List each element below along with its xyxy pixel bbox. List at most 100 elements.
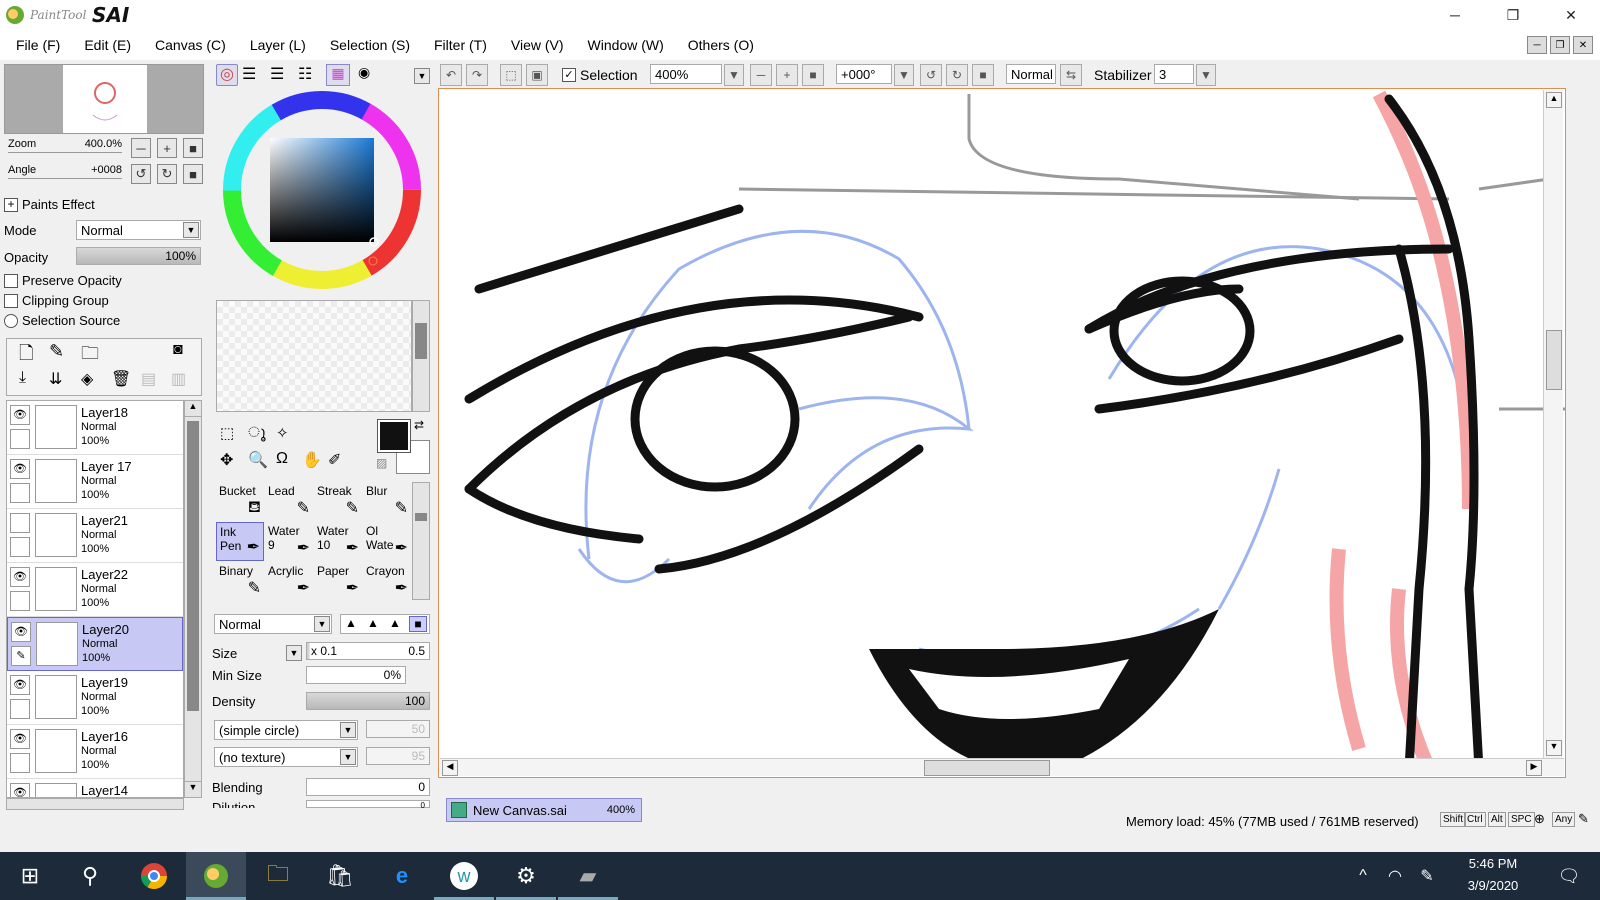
- layer-lock-box[interactable]: [10, 483, 30, 503]
- chevron-down-icon[interactable]: ▼: [314, 616, 330, 632]
- scroll-up-icon[interactable]: ▲: [1546, 92, 1562, 108]
- canvas-zoom-field[interactable]: 400%: [650, 64, 722, 84]
- canvas-vscrollbar[interactable]: ▲ ▼: [1543, 90, 1563, 760]
- hand-icon[interactable]: ✋: [302, 450, 322, 470]
- layer-item-layer20[interactable]: 👁 ✎ Layer20 Normal 100%: [7, 617, 183, 671]
- eye-icon[interactable]: 👁: [10, 567, 30, 587]
- layer-lock-box[interactable]: [10, 537, 30, 557]
- layer-lock-box[interactable]: [10, 753, 30, 773]
- mdi-minimize-button[interactable]: ─: [1527, 36, 1547, 54]
- scroll-down-icon[interactable]: ▼: [185, 781, 201, 797]
- scroll-right-icon[interactable]: ▶: [1526, 760, 1542, 776]
- zoom-out-icon[interactable]: ─: [750, 64, 772, 86]
- rotate-ccw-icon[interactable]: ↺: [920, 64, 942, 86]
- menu-canvas[interactable]: Canvas (C): [155, 37, 226, 53]
- rotate-right-button[interactable]: ↻: [157, 164, 177, 184]
- chevron-down-icon[interactable]: ▼: [1196, 64, 1216, 86]
- brush-texture-select[interactable]: (no texture): [214, 747, 358, 767]
- angle-slider[interactable]: [8, 178, 122, 179]
- edge-mid-icon[interactable]: ▲: [367, 616, 379, 630]
- menu-filter[interactable]: Filter (T): [434, 37, 487, 53]
- tablet-app-icon[interactable]: ▰: [558, 852, 618, 900]
- transfer-down-icon[interactable]: ⤓: [19, 369, 26, 387]
- flip-horizontal-icon[interactable]: ⇆: [1060, 64, 1082, 86]
- swap-colors-icon[interactable]: ⇄: [414, 418, 424, 432]
- windows-start-icon[interactable]: ⊞: [0, 852, 60, 900]
- blending-slider[interactable]: 0: [306, 778, 430, 796]
- new-linework-layer-icon[interactable]: ✎: [49, 341, 64, 362]
- tool-paper[interactable]: Paper ✒: [314, 562, 362, 601]
- color-wheel[interactable]: [222, 90, 422, 290]
- layer-scroll-thumb[interactable]: [187, 421, 199, 711]
- rotate-cw-icon[interactable]: ↻: [946, 64, 968, 86]
- restore-button[interactable]: ❐: [1490, 0, 1536, 30]
- merge-down-icon[interactable]: ⇊: [49, 369, 62, 389]
- zoom-value[interactable]: 400.0%: [78, 138, 122, 150]
- layer-item-layer14[interactable]: 👁 Layer14: [7, 779, 183, 797]
- zoom-in-icon[interactable]: +: [776, 64, 798, 86]
- clock-date[interactable]: 3/9/2020: [1448, 878, 1538, 893]
- drawing-canvas[interactable]: [438, 88, 1566, 778]
- lasso-icon[interactable]: ൂ: [248, 424, 266, 441]
- new-layer-icon[interactable]: 🗋: [19, 341, 33, 371]
- transparent-color-icon[interactable]: ▨: [376, 456, 387, 470]
- tool-scroll-thumb[interactable]: [415, 513, 427, 521]
- layer-item-layer18[interactable]: 👁 Layer18 Normal 100%: [7, 401, 183, 455]
- tool-scrollbar[interactable]: [412, 482, 430, 600]
- size-range-dropdown[interactable]: ▼: [286, 645, 302, 661]
- chevron-down-icon[interactable]: ▼: [183, 222, 199, 238]
- tool-bucket[interactable]: Bucket ⛾: [216, 482, 264, 521]
- chrome-icon[interactable]: [124, 852, 184, 900]
- clear-layer-icon[interactable]: ◈: [81, 369, 93, 389]
- scratchpad-icon[interactable]: ◉: [358, 64, 370, 81]
- eyedropper-icon[interactable]: ✐: [328, 450, 341, 470]
- file-explorer-icon[interactable]: 🗀: [248, 852, 308, 900]
- tool-streak[interactable]: Streak ✎: [314, 482, 362, 521]
- magic-wand-icon[interactable]: ✧: [276, 424, 289, 442]
- chevron-down-icon[interactable]: ▼: [340, 722, 356, 738]
- zoom-fit-icon[interactable]: ■: [802, 64, 824, 86]
- hsv-sliders-icon[interactable]: ☰: [270, 64, 284, 84]
- invert-selection-icon[interactable]: ▣: [526, 64, 548, 86]
- chevron-down-icon[interactable]: ▼: [724, 64, 744, 86]
- tool-binary[interactable]: Binary ✎: [216, 562, 264, 601]
- settings-gear-icon[interactable]: ⚙: [496, 852, 556, 900]
- layer-scrollbar[interactable]: ▲ ▼: [184, 400, 202, 798]
- zoom-slider[interactable]: [8, 152, 122, 153]
- layer-item-layer17[interactable]: 👁 Layer 17 Normal 100%: [7, 455, 183, 509]
- menu-file[interactable]: File (F): [16, 37, 60, 53]
- edge-hard-icon[interactable]: ▲: [345, 616, 357, 630]
- layer-lock-box[interactable]: [10, 429, 30, 449]
- tool-acrylic[interactable]: Acrylic ✒: [265, 562, 313, 601]
- clipping-group-checkbox[interactable]: [4, 294, 18, 308]
- menu-layer[interactable]: Layer (L): [250, 37, 306, 53]
- plus-icon[interactable]: +: [4, 198, 18, 212]
- opacity-slider[interactable]: 100%: [76, 247, 201, 265]
- search-icon[interactable]: ⚲: [60, 852, 120, 900]
- layer-lock-box[interactable]: [10, 591, 30, 611]
- layer-item-layer19[interactable]: 👁 Layer19 Normal 100%: [7, 671, 183, 725]
- menu-view[interactable]: View (V): [511, 37, 564, 53]
- canvas-hscrollbar[interactable]: ◀ ▶: [440, 758, 1564, 776]
- wifi-icon[interactable]: ◠: [1380, 852, 1410, 900]
- brush-edge-selector[interactable]: ▲ ▲ ▲ ■: [340, 614, 430, 634]
- minimize-button[interactable]: ─: [1432, 0, 1478, 30]
- deselect-icon[interactable]: ⬚: [500, 64, 522, 86]
- navigator-preview[interactable]: [4, 64, 204, 134]
- clock-time[interactable]: 5:46 PM: [1448, 856, 1538, 871]
- rotate-tool-icon[interactable]: Ω: [276, 450, 288, 468]
- color-panel-menu-icon[interactable]: ▼: [414, 68, 430, 84]
- scroll-up-icon[interactable]: ▲: [185, 401, 201, 417]
- store-icon[interactable]: 🛍: [310, 852, 370, 900]
- scratchpad-scroll-thumb[interactable]: [415, 323, 427, 359]
- sai-taskbar-icon[interactable]: [186, 852, 246, 900]
- eye-icon[interactable]: 👁: [10, 729, 30, 749]
- eye-icon[interactable]: 👁: [10, 675, 30, 695]
- preserve-opacity-checkbox[interactable]: [4, 274, 18, 288]
- eye-icon[interactable]: 👁: [10, 459, 30, 479]
- min-size-slider[interactable]: 0%: [306, 666, 406, 684]
- scroll-left-icon[interactable]: ◀: [442, 760, 458, 776]
- canvas-hscroll-thumb[interactable]: [924, 760, 1050, 776]
- eye-icon[interactable]: 👁: [10, 405, 30, 425]
- zoom-in-button[interactable]: +: [157, 138, 177, 158]
